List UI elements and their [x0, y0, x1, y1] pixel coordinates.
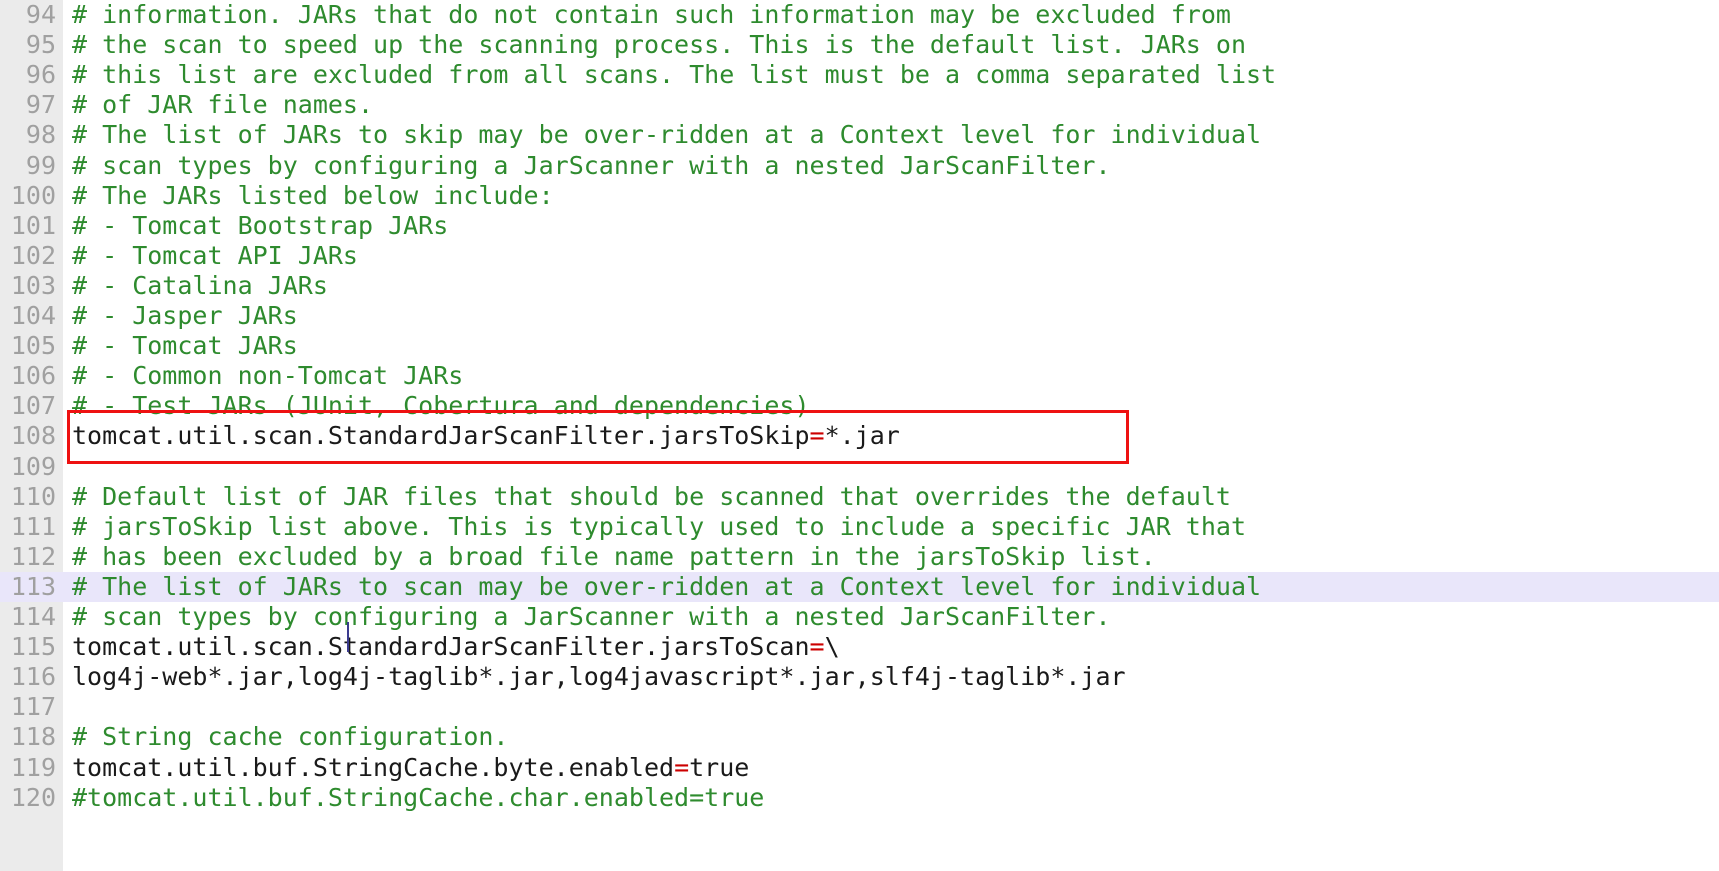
code-line-text: # has been excluded by a broad file name… [72, 541, 1156, 571]
code-line[interactable]: 108 tomcat.util.scan.StandardJarScanFilte… [0, 421, 1719, 451]
code-line-text: # - Tomcat Bootstrap JARs [72, 210, 449, 240]
line-number: 99 [25, 150, 56, 180]
code-line-text: # - Common non-Tomcat JARs [72, 361, 464, 391]
code-line[interactable]: 115 tomcat.util.scan.StandardJarScanFilte… [0, 632, 1719, 662]
line-number: 112 [10, 541, 56, 571]
line-number: 118 [10, 722, 56, 752]
code-line[interactable]: 110 # Default list of JAR files that shou… [0, 482, 1719, 512]
code-line-text: # information. JARs that do not contain … [72, 0, 1231, 29]
code-line[interactable]: 119 tomcat.util.buf.StringCache.byte.enab… [0, 753, 1719, 783]
code-line-text: # The JARs listed below include: [72, 180, 554, 210]
line-number: 103 [10, 270, 56, 300]
code-line[interactable]: 95 # the scan to speed up the scanning pr… [0, 30, 1719, 60]
code-line-text: # scan types by configuring a JarScanner… [72, 150, 1111, 180]
line-number: 109 [10, 451, 56, 481]
code-line[interactable]: 102 # - Tomcat API JARs [0, 241, 1719, 271]
code-line-text: # - Tomcat JARs [72, 331, 298, 361]
line-number: 108 [10, 421, 56, 451]
code-line-text: # of JAR file names. [72, 90, 374, 120]
code-line-text: tomcat.util.buf.StringCache.byte.enabled… [72, 753, 749, 783]
code-line[interactable]: 100 # The JARs listed below include: [0, 181, 1719, 211]
code-line[interactable]: 103 # - Catalina JARs [0, 271, 1719, 301]
property-key: tomcat.util.scan.StandardJarScanFilter.j… [72, 421, 810, 451]
line-number: 115 [10, 632, 56, 662]
line-number: 102 [10, 240, 56, 270]
code-line-text: # Default list of JAR files that should … [72, 481, 1231, 511]
code-line[interactable]: 120 #tomcat.util.buf.StringCache.char.ena… [0, 783, 1719, 813]
code-line[interactable]: 111 # jarsToSkip list above. This is typi… [0, 512, 1719, 542]
code-line[interactable]: 99 # scan types by configuring a JarScann… [0, 151, 1719, 181]
code-line[interactable]: 96 # this list are excluded from all scan… [0, 60, 1719, 90]
code-line[interactable]: 113 # The list of JARs to scan may be ove… [0, 571, 1719, 602]
code-line-text: # - Tomcat API JARs [72, 240, 358, 270]
code-line[interactable]: 114 # scan types by configuring a JarScan… [0, 602, 1719, 632]
line-number: 94 [25, 0, 56, 29]
line-number: 111 [10, 511, 56, 541]
property-key: tomcat.util.buf.StringCache.byte.enabled [72, 752, 675, 782]
line-number: 100 [10, 180, 56, 210]
line-number: 98 [25, 120, 56, 150]
code-line-text: # scan types by configuring a JarScanner… [72, 602, 1111, 631]
code-line-text: # String cache configuration. [72, 722, 509, 752]
line-number: 107 [10, 391, 56, 421]
line-number: 113 [10, 571, 56, 601]
line-number: 95 [25, 30, 56, 60]
code-line[interactable]: 112 # has been excluded by a broad file n… [0, 542, 1719, 572]
code-line[interactable]: 105 # - Tomcat JARs [0, 331, 1719, 361]
assignment-operator: = [674, 752, 690, 782]
code-line-text: # - Test JARs (JUnit, Cobertura and depe… [72, 391, 810, 421]
assignment-operator: = [809, 632, 825, 662]
code-line-text: # the scan to speed up the scanning proc… [72, 30, 1246, 60]
code-line-text: # jarsToSkip list above. This is typical… [72, 511, 1246, 541]
line-number: 120 [10, 782, 56, 812]
text-caret [347, 622, 349, 652]
property-value: *.jar [824, 421, 900, 451]
code-line-text: log4j-web*.jar,log4j-taglib*.jar,log4jav… [72, 662, 1126, 692]
line-number: 97 [25, 90, 56, 120]
assignment-operator: = [809, 421, 825, 451]
code-line[interactable]: 109 [0, 452, 1719, 482]
code-line-text: # - Jasper JARs [72, 301, 298, 330]
code-line[interactable]: 98 # The list of JARs to skip may be over… [0, 120, 1719, 150]
code-line[interactable]: 116 log4j-web*.jar,log4j-taglib*.jar,log4… [0, 662, 1719, 692]
line-number: 105 [10, 331, 56, 361]
code-line[interactable]: 97 # of JAR file names. [0, 90, 1719, 120]
line-number: 104 [10, 301, 56, 330]
line-number: 106 [10, 361, 56, 391]
code-line-text: #tomcat.util.buf.StringCache.char.enable… [72, 782, 765, 812]
property-value: true [689, 752, 750, 782]
property-key: tomcat.util.scan.StandardJarScanFilter.j… [72, 632, 810, 662]
code-line-text: tomcat.util.scan.StandardJarScanFilter.j… [72, 632, 840, 662]
code-line-text: # - Catalina JARs [72, 270, 328, 300]
property-value: \ [824, 632, 840, 662]
code-line[interactable]: 94 # information. JARs that do not contai… [0, 0, 1719, 30]
line-number: 110 [10, 481, 56, 511]
code-line[interactable]: 104 # - Jasper JARs [0, 301, 1719, 331]
code-line[interactable]: 118 # String cache configuration. [0, 722, 1719, 752]
line-number: 119 [10, 752, 56, 782]
line-number: 116 [10, 662, 56, 692]
line-number: 114 [10, 602, 56, 631]
code-editor-viewport[interactable]: 94 # information. JARs that do not contai… [0, 0, 1719, 871]
code-line-text: # this list are excluded from all scans.… [72, 60, 1277, 90]
code-line-text: tomcat.util.scan.StandardJarScanFilter.j… [72, 421, 900, 451]
line-number: 101 [10, 210, 56, 240]
code-line[interactable]: 101 # - Tomcat Bootstrap JARs [0, 211, 1719, 241]
code-line-text: # The list of JARs to scan may be over-r… [72, 571, 1262, 601]
code-line[interactable]: 106 # - Common non-Tomcat JARs [0, 361, 1719, 391]
code-line[interactable]: 107 # - Test JARs (JUnit, Cobertura and d… [0, 391, 1719, 421]
line-number: 96 [25, 60, 56, 90]
line-number: 117 [10, 692, 56, 722]
code-line[interactable]: 117 [0, 692, 1719, 722]
code-line-text: # The list of JARs to skip may be over-r… [72, 120, 1262, 150]
